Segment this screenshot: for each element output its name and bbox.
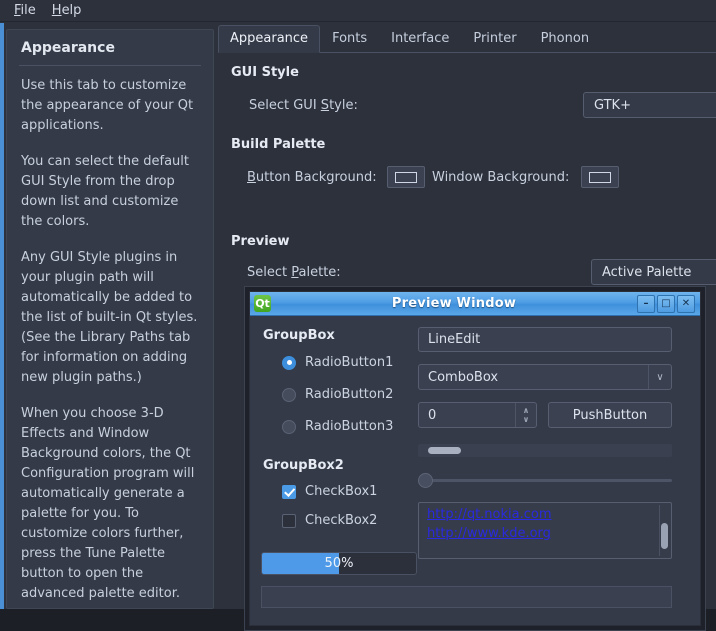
build-palette-heading: Build Palette bbox=[231, 137, 326, 152]
checkbox-label: CheckBox2 bbox=[305, 513, 378, 528]
select-gui-style-accel: S bbox=[320, 98, 330, 113]
button-background-label: Button Background: bbox=[247, 170, 377, 185]
window-background-color-button[interactable] bbox=[581, 166, 619, 188]
spin-box-value: 0 bbox=[428, 407, 437, 423]
color-swatch-icon bbox=[589, 171, 611, 183]
qt-logo-icon: Qt bbox=[254, 295, 271, 312]
checkbox-checkbox2[interactable]: CheckBox2 bbox=[282, 513, 377, 528]
close-icon[interactable]: ✕ bbox=[677, 294, 695, 313]
menu-file-label: ile bbox=[20, 3, 36, 18]
checkbox-label: CheckBox1 bbox=[305, 484, 378, 499]
menu-bar: File Help bbox=[0, 0, 716, 22]
color-swatch-icon bbox=[395, 171, 417, 183]
push-button[interactable]: PushButton bbox=[548, 402, 672, 428]
scrollbar-handle[interactable] bbox=[661, 523, 668, 549]
preview-window-frame: Qt Preview Window – □ ✕ GroupBox RadioBu… bbox=[244, 286, 706, 631]
links-listbox[interactable]: http://qt.nokia.com http://www.kde.org bbox=[418, 502, 672, 559]
slider-groove bbox=[418, 479, 672, 482]
radio-indicator-icon bbox=[282, 387, 296, 402]
accent-rail bbox=[0, 23, 4, 609]
tab-fonts[interactable]: Fonts bbox=[320, 25, 379, 52]
radio-label: RadioButton2 bbox=[305, 387, 394, 402]
maximize-icon[interactable]: □ bbox=[657, 294, 675, 313]
preview-window-titlebar[interactable]: Qt Preview Window – □ ✕ bbox=[250, 292, 700, 316]
combo-box[interactable]: ComboBox ∨ bbox=[418, 364, 672, 390]
select-palette-accel: P bbox=[291, 265, 299, 280]
scrollbar-handle[interactable] bbox=[428, 447, 461, 454]
progress-bar-label: 50% bbox=[324, 556, 354, 571]
preview-bottom-panel bbox=[261, 586, 672, 608]
chevron-up-icon[interactable]: ∧ bbox=[523, 406, 530, 415]
menu-item-file[interactable]: File bbox=[10, 1, 48, 20]
horizontal-scrollbar[interactable] bbox=[418, 444, 672, 457]
groupbox1-title: GroupBox bbox=[263, 328, 335, 343]
qt-configuration-window: File Help Appearance Use this tab to cus… bbox=[0, 0, 716, 631]
radio-radiobutton1[interactable]: RadioButton1 bbox=[282, 355, 393, 370]
preview-heading: Preview bbox=[231, 234, 290, 249]
line-edit[interactable]: LineEdit bbox=[418, 327, 672, 352]
tab-phonon[interactable]: Phonon bbox=[529, 25, 601, 52]
window-background-accel: g bbox=[518, 170, 528, 185]
link-qt-nokia[interactable]: http://qt.nokia.com bbox=[419, 503, 671, 522]
help-sidebar: Appearance Use this tab to customize the… bbox=[6, 29, 214, 609]
checkbox-checkbox1[interactable]: CheckBox1 bbox=[282, 484, 377, 499]
slider-handle[interactable] bbox=[418, 473, 433, 488]
spin-box-steppers[interactable]: ∧ ∨ bbox=[515, 403, 536, 427]
radio-radiobutton2[interactable]: RadioButton2 bbox=[282, 387, 393, 402]
sidebar-paragraph-3: Any GUI Style plugins in your plugin pat… bbox=[21, 250, 198, 385]
chevron-down-icon: ∨ bbox=[648, 365, 671, 389]
radio-indicator-icon bbox=[282, 419, 296, 434]
link-kde-org[interactable]: http://www.kde.org bbox=[419, 522, 671, 541]
menu-help-label: elp bbox=[61, 3, 82, 18]
preview-window-title: Preview Window bbox=[391, 296, 517, 311]
checkbox-indicator-icon bbox=[282, 484, 296, 499]
menu-item-help[interactable]: Help bbox=[48, 1, 94, 20]
minimize-icon[interactable]: – bbox=[637, 294, 655, 313]
sidebar-paragraph-1: Use this tab to customize the appearance… bbox=[21, 78, 194, 133]
radio-radiobutton3[interactable]: RadioButton3 bbox=[282, 419, 393, 434]
select-palette-label: Select Palette: bbox=[247, 265, 341, 280]
radio-label: RadioButton3 bbox=[305, 419, 394, 434]
sidebar-divider bbox=[19, 65, 201, 66]
main-content: Appearance Use this tab to customize the… bbox=[0, 23, 716, 631]
preview-window-body: GroupBox RadioButton1 RadioButton2 Radio… bbox=[250, 316, 700, 625]
horizontal-slider[interactable] bbox=[418, 473, 672, 488]
listbox-vertical-scrollbar[interactable] bbox=[659, 505, 669, 556]
gui-style-heading: GUI Style bbox=[231, 65, 299, 80]
sidebar-paragraph-4: When you choose 3-D Effects and Window B… bbox=[21, 406, 195, 601]
tab-appearance[interactable]: Appearance bbox=[218, 25, 321, 53]
button-background-color-button[interactable] bbox=[387, 166, 425, 188]
spin-box[interactable]: 0 ∧ ∨ bbox=[418, 402, 537, 428]
groupbox2-title: GroupBox2 bbox=[263, 458, 344, 473]
radio-indicator-icon bbox=[282, 355, 296, 370]
sidebar-paragraph-2: You can select the default GUI Style fro… bbox=[21, 154, 189, 229]
combo-box-value: ComboBox bbox=[428, 369, 499, 385]
menu-help-accel: H bbox=[51, 3, 62, 18]
tab-interface[interactable]: Interface bbox=[379, 25, 461, 52]
window-background-label: Window Background: bbox=[432, 170, 570, 185]
sidebar-text-body: Use this tab to customize the appearance… bbox=[7, 76, 213, 608]
chevron-down-icon[interactable]: ∨ bbox=[523, 415, 530, 424]
window-controls: – □ ✕ bbox=[637, 294, 695, 313]
select-palette-combobox[interactable]: Active Palette bbox=[591, 259, 716, 285]
checkbox-indicator-icon bbox=[282, 513, 296, 528]
button-background-accel: B bbox=[247, 170, 256, 185]
tab-bar: Appearance Fonts Interface Printer Phono… bbox=[218, 25, 716, 53]
appearance-tab-panel: GUI Style Select GUI Style: GTK+ Build P… bbox=[218, 53, 716, 631]
tab-printer[interactable]: Printer bbox=[461, 25, 528, 52]
gui-style-combobox[interactable]: GTK+ bbox=[583, 92, 716, 118]
settings-pane: Appearance Fonts Interface Printer Phono… bbox=[218, 23, 716, 631]
radio-label: RadioButton1 bbox=[305, 355, 394, 370]
progress-bar: 50% bbox=[261, 552, 417, 575]
sidebar-title: Appearance bbox=[21, 40, 115, 56]
preview-window: Qt Preview Window – □ ✕ GroupBox RadioBu… bbox=[249, 291, 701, 626]
select-gui-style-label: Select GUI Style: bbox=[249, 98, 358, 113]
